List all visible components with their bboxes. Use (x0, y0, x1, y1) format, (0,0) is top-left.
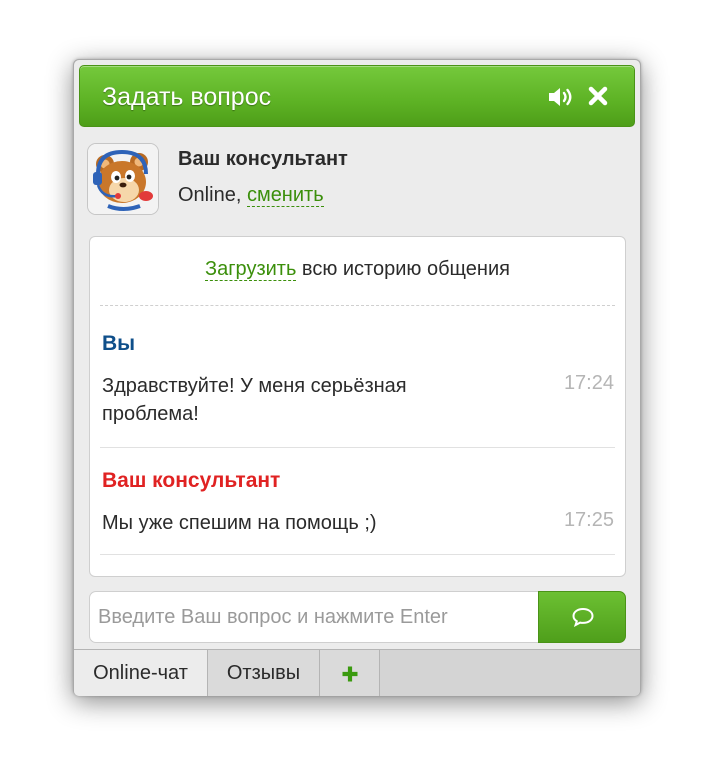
history-text: всю историю общения (296, 258, 510, 280)
speech-bubble-icon (572, 607, 594, 627)
send-button[interactable] (538, 591, 626, 643)
chat-widget: Задать вопрос Ваш консультант Online, см… (73, 59, 641, 696)
chipmunk-mascot-icon (88, 144, 158, 214)
plus-icon (342, 666, 357, 682)
load-history-link[interactable]: Загрузить (205, 258, 297, 281)
message-author: Вы (102, 332, 136, 355)
speaker-icon[interactable] (546, 85, 576, 109)
tab-reviews[interactable]: Отзывы (208, 650, 320, 696)
message-time: 17:25 (563, 509, 614, 531)
widget-tabs: Online-чат Отзывы (74, 649, 640, 696)
history-divider (100, 305, 615, 306)
consultant-avatar (87, 143, 159, 215)
consultant-name: Ваш консультант (178, 148, 348, 170)
message-author: Ваш консультант (102, 469, 281, 492)
consultant-status: Online (178, 184, 236, 206)
chat-message: Ваш консультант Мы уже спешим на помощь … (102, 469, 614, 534)
tab-add[interactable] (320, 650, 380, 696)
close-icon[interactable] (587, 85, 609, 107)
message-text: Мы уже спешим на помощь ;) (102, 512, 377, 534)
chat-messages-panel: Загрузить всю историю общения Вы Здравст… (89, 236, 626, 577)
consultant-status-line: Online, сменить (178, 184, 324, 207)
chat-message: Вы Здравствуйте! У меня серьёзная пробле… (102, 332, 614, 425)
widget-header: Задать вопрос (79, 65, 635, 127)
question-input[interactable] (89, 591, 541, 643)
header-title: Задать вопрос (102, 83, 272, 111)
message-divider (100, 447, 615, 448)
message-time: 17:24 (563, 372, 614, 394)
history-line: Загрузить всю историю общения (90, 258, 625, 281)
message-divider (100, 554, 615, 555)
message-text: Здравствуйте! У меня серьёзная проблема! (102, 375, 407, 425)
change-consultant-link[interactable]: сменить (246, 184, 324, 207)
status-separator: , (235, 184, 247, 206)
tab-online-chat[interactable]: Online-чат (74, 650, 208, 696)
